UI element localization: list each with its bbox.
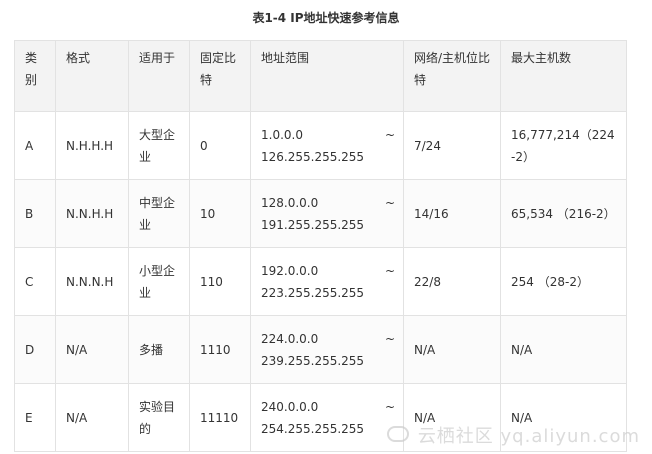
range-tilde: ~ [384, 399, 395, 414]
cell-address-range: 128.0.0.0 ~ 191.255.255.255 [250, 179, 404, 248]
header-network-host-bits: 网络/主机位比特 [403, 40, 501, 112]
header-max-hosts: 最大主机数 [500, 40, 627, 112]
cell-address-range: 1.0.0.0 ~ 126.255.255.255 [250, 111, 404, 180]
header-format: 格式 [55, 40, 129, 112]
header-fixed-bits: 固定比特 [189, 40, 251, 112]
cell-class: E [14, 383, 56, 452]
cell-bits: N/A [403, 315, 501, 384]
cell-use: 小型企业 [128, 247, 190, 316]
range-end: 223.255.255.255 [261, 285, 365, 300]
range-start: 128.0.0.0 [261, 195, 319, 210]
cell-format: N/A [55, 315, 129, 384]
cell-address-range: 240.0.0.0 ~ 254.255.255.255 [250, 383, 404, 452]
cell-max-hosts: 254 （28-2） [500, 247, 627, 316]
cell-class: D [14, 315, 56, 384]
range-start-line: 240.0.0.0 ~ [261, 396, 395, 418]
range-end: 254.255.255.255 [261, 421, 365, 436]
watermark-text: 云栖社区 yq.aliyun.com [417, 426, 640, 447]
cell-bits: 14/16 [403, 179, 501, 248]
header-class: 类别 [14, 40, 56, 112]
cell-use: 大型企业 [128, 111, 190, 180]
range-start: 240.0.0.0 [261, 399, 319, 414]
cell-max-hosts: N/A [500, 315, 627, 384]
document-page: 表1-4 IP地址快速参考信息 类别 格式 适用于 固定比特 地址范围 网络/主… [0, 0, 652, 454]
table-caption: 表1-4 IP地址快速参考信息 [252, 11, 400, 25]
watermark: 云栖社区 yq.aliyun.com [387, 422, 640, 448]
cell-max-hosts: 16,777,214（224-2） [500, 111, 627, 180]
table-row: B N.N.H.H 中型企业 10 128.0.0.0 ~ 191.255.25… [14, 179, 627, 248]
cell-address-range: 224.0.0.0 ~ 239.255.255.255 [250, 315, 404, 384]
range-start: 192.0.0.0 [261, 263, 319, 278]
cell-use: 实验目的 [128, 383, 190, 452]
range-end: 239.255.255.255 [261, 353, 365, 368]
cell-fixed-bits: 1110 [189, 315, 251, 384]
range-start: 224.0.0.0 [261, 331, 319, 346]
range-start: 1.0.0.0 [261, 127, 303, 142]
header-use: 适用于 [128, 40, 190, 112]
cell-format: N.N.N.H [55, 247, 129, 316]
cell-fixed-bits: 10 [189, 179, 251, 248]
table-header-row: 类别 格式 适用于 固定比特 地址范围 网络/主机位比特 最大主机数 [14, 40, 627, 112]
cell-max-hosts: 65,534 （216-2） [500, 179, 627, 248]
cell-bits: 7/24 [403, 111, 501, 180]
cloud-icon [387, 426, 410, 442]
cell-fixed-bits: 11110 [189, 383, 251, 452]
cell-format: N/A [55, 383, 129, 452]
cell-use: 多播 [128, 315, 190, 384]
ip-reference-table: 类别 格式 适用于 固定比特 地址范围 网络/主机位比特 最大主机数 A N.H… [14, 40, 627, 452]
cell-class: C [14, 247, 56, 316]
table-row: D N/A 多播 1110 224.0.0.0 ~ 239.255.255.25… [14, 315, 627, 384]
cell-bits: 22/8 [403, 247, 501, 316]
range-tilde: ~ [384, 263, 395, 278]
range-start-line: 128.0.0.0 ~ [261, 192, 395, 214]
cell-class: A [14, 111, 56, 180]
range-start-line: 1.0.0.0 ~ [261, 124, 395, 146]
range-tilde: ~ [384, 195, 395, 210]
range-start-line: 192.0.0.0 ~ [261, 260, 395, 282]
cell-fixed-bits: 0 [189, 111, 251, 180]
cell-class: B [14, 179, 56, 248]
header-address-range: 地址范围 [250, 40, 404, 112]
range-end: 191.255.255.255 [261, 217, 365, 232]
cell-format: N.H.H.H [55, 111, 129, 180]
cell-address-range: 192.0.0.0 ~ 223.255.255.255 [250, 247, 404, 316]
range-start-line: 224.0.0.0 ~ [261, 328, 395, 350]
cell-use: 中型企业 [128, 179, 190, 248]
range-tilde: ~ [384, 331, 395, 346]
range-tilde: ~ [384, 127, 395, 142]
table-row: A N.H.H.H 大型企业 0 1.0.0.0 ~ 126.255.255.2… [14, 111, 627, 180]
range-end: 126.255.255.255 [261, 149, 365, 164]
cell-format: N.N.H.H [55, 179, 129, 248]
table-row: C N.N.N.H 小型企业 110 192.0.0.0 ~ 223.255.2… [14, 247, 627, 316]
cell-fixed-bits: 110 [189, 247, 251, 316]
